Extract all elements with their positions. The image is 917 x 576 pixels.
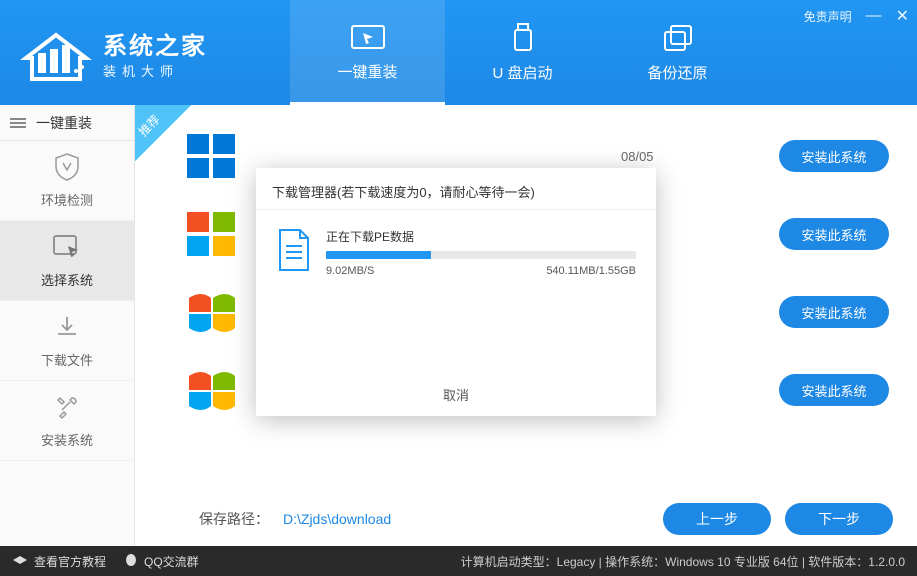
sidebar-item-env[interactable]: 环境检测 bbox=[0, 141, 134, 221]
sidebar-label: 安装系统 bbox=[41, 430, 93, 449]
logo-title: 系统之家 bbox=[103, 26, 207, 61]
disclaimer-link[interactable]: 免责声明 bbox=[804, 8, 852, 25]
next-button[interactable]: 下一步 bbox=[785, 503, 893, 535]
save-path[interactable]: D:\Zjds\download bbox=[283, 511, 391, 527]
progress-fill bbox=[326, 251, 431, 259]
windows10-icon bbox=[183, 128, 239, 184]
recommend-ribbon: 推荐 bbox=[135, 105, 191, 161]
footer-status: 计算机启动类型：Legacy | 操作系统：Windows 10 专业版 64位… bbox=[461, 553, 905, 570]
tutorial-link[interactable]: 查看官方教程 bbox=[12, 553, 106, 570]
download-size: 540.11MB/1.55GB bbox=[546, 265, 636, 277]
tab-label: 备份还原 bbox=[647, 62, 707, 83]
install-button[interactable]: 安装此系统 bbox=[779, 296, 889, 328]
cursor-icon bbox=[348, 21, 388, 53]
graduation-icon bbox=[12, 555, 28, 567]
usb-icon bbox=[503, 22, 543, 54]
tools-icon bbox=[52, 392, 82, 422]
document-icon bbox=[276, 228, 312, 272]
windows7-icon bbox=[183, 284, 239, 340]
footer-bar: 查看官方教程 QQ交流群 计算机启动类型：Legacy | 操作系统：Windo… bbox=[0, 546, 917, 576]
download-modal: 下载管理器(若下载速度为0，请耐心等待一会) 正在下载PE数据 9.02MB/S… bbox=[256, 168, 656, 416]
os-date: 08/05 bbox=[621, 149, 761, 164]
install-button[interactable]: 安装此系统 bbox=[779, 218, 889, 250]
minimize-button[interactable]: — bbox=[866, 7, 882, 25]
sidebar: 一键重装 环境检测 选择系统 下载文件 安装系统 bbox=[0, 105, 135, 546]
windows7-icon bbox=[183, 362, 239, 418]
sidebar-label: 选择系统 bbox=[41, 270, 93, 289]
tab-label: 一键重装 bbox=[337, 61, 397, 82]
save-path-label: 保存路径： bbox=[199, 509, 269, 529]
tab-backup[interactable]: 备份还原 bbox=[600, 0, 755, 105]
close-button[interactable]: ✕ bbox=[896, 6, 909, 26]
download-task-label: 正在下载PE数据 bbox=[326, 228, 636, 245]
menu-icon bbox=[10, 117, 26, 129]
shield-icon bbox=[52, 152, 82, 182]
tab-usb[interactable]: U 盘启动 bbox=[445, 0, 600, 105]
bottom-bar: 保存路径： D:\Zjds\download 上一步 下一步 bbox=[135, 492, 917, 546]
select-icon bbox=[52, 232, 82, 262]
sidebar-item-select[interactable]: 选择系统 bbox=[0, 221, 134, 301]
sidebar-item-download[interactable]: 下载文件 bbox=[0, 301, 134, 381]
header-bar: 系统之家 装机大师 一键重装 U 盘启动 备份还原 免责声明 — ✕ bbox=[0, 0, 917, 105]
install-button[interactable]: 安装此系统 bbox=[779, 374, 889, 406]
logo: 系统之家 装机大师 bbox=[0, 0, 290, 105]
install-button[interactable]: 安装此系统 bbox=[779, 140, 889, 172]
progress-bar bbox=[326, 251, 636, 259]
qq-icon bbox=[124, 554, 138, 568]
cancel-button[interactable]: 取消 bbox=[256, 373, 656, 416]
sidebar-item-install[interactable]: 安装系统 bbox=[0, 381, 134, 461]
sidebar-header[interactable]: 一键重装 bbox=[0, 105, 134, 141]
qq-group-link[interactable]: QQ交流群 bbox=[124, 553, 199, 570]
prev-button[interactable]: 上一步 bbox=[663, 503, 771, 535]
download-speed: 9.02MB/S bbox=[326, 265, 374, 277]
modal-title: 下载管理器(若下载速度为0，请耐心等待一会) bbox=[256, 168, 656, 210]
download-icon bbox=[52, 312, 82, 342]
sidebar-header-label: 一键重装 bbox=[36, 113, 92, 133]
sidebar-label: 下载文件 bbox=[41, 350, 93, 369]
logo-icon bbox=[18, 23, 93, 83]
backup-icon bbox=[658, 22, 698, 54]
sidebar-label: 环境检测 bbox=[41, 190, 93, 209]
windows-color-icon bbox=[183, 206, 239, 262]
tab-reinstall[interactable]: 一键重装 bbox=[290, 0, 445, 105]
logo-subtitle: 装机大师 bbox=[103, 61, 207, 80]
tab-label: U 盘启动 bbox=[492, 62, 552, 83]
